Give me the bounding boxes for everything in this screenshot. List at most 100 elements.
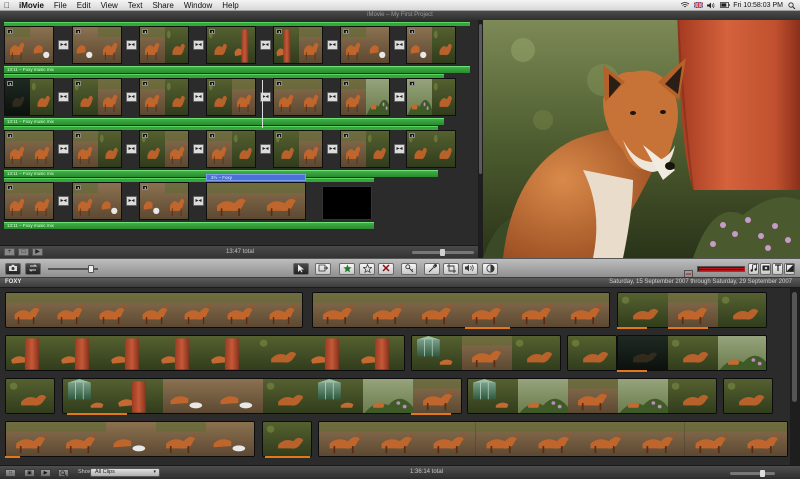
clip-menu-icon[interactable]: ◂ [75, 29, 81, 34]
menu-view[interactable]: View [96, 1, 123, 10]
swap-events-projects-button[interactable] [25, 263, 41, 275]
menu-clock[interactable]: Fri 10:58:03 PM [733, 2, 783, 9]
project-clip[interactable]: ◂ [139, 78, 189, 116]
apple-menu-icon[interactable]:  [0, 1, 14, 10]
transition-icon[interactable]: ▸◂ [126, 40, 137, 50]
project-zoom-slider[interactable] [412, 249, 474, 256]
project-clip[interactable]: ◂ [206, 130, 256, 168]
clip-menu-icon[interactable]: ◂ [142, 185, 148, 190]
transition-icon[interactable]: ▸◂ [327, 92, 338, 102]
battery-icon[interactable] [720, 1, 730, 9]
transition-icon[interactable]: ▸◂ [327, 40, 338, 50]
project-clip[interactable]: ◂ [72, 26, 122, 64]
menu-app-imovie[interactable]: iMovie [14, 1, 49, 10]
clip-menu-icon[interactable]: ◂ [343, 29, 349, 34]
project-clip[interactable]: ◂ [139, 182, 189, 220]
transition-icon[interactable]: ▸◂ [126, 144, 137, 154]
project-clip[interactable]: ◂ [4, 26, 54, 64]
black-clip[interactable] [322, 186, 372, 220]
flag-uk-icon[interactable] [693, 1, 704, 9]
event-clip-strip[interactable] [262, 421, 312, 457]
transition-icon[interactable]: ▸◂ [126, 196, 137, 206]
project-library-button[interactable]: □ [18, 248, 29, 256]
transition-icon[interactable]: ▸◂ [126, 92, 137, 102]
audio-adjust-button[interactable] [462, 263, 478, 275]
transition-icon[interactable]: ▸◂ [58, 144, 69, 154]
thumbnail-size-knob[interactable] [88, 265, 94, 273]
event-clip-strip[interactable] [5, 421, 255, 457]
event-clip-strip[interactable] [617, 335, 767, 371]
project-clip[interactable]: ◂ [139, 130, 189, 168]
project-clip[interactable]: ◂ [340, 26, 390, 64]
menu-edit[interactable]: Edit [72, 1, 96, 10]
project-scroll-thumb[interactable] [479, 24, 482, 174]
project-clip[interactable]: ◂ [72, 182, 122, 220]
transition-icon[interactable]: ▸◂ [394, 92, 405, 102]
keyword-button[interactable] [401, 263, 417, 275]
thumbnail-size-slider[interactable] [48, 265, 98, 273]
project-clip[interactable]: ◂ [340, 78, 390, 116]
clip-menu-icon[interactable]: ◂ [75, 185, 81, 190]
event-clip-strip[interactable] [318, 421, 788, 457]
transition-browser-button[interactable] [784, 263, 795, 275]
event-clip-strip[interactable] [723, 378, 773, 414]
project-clip[interactable]: ◂ [273, 130, 323, 168]
title-browser-button[interactable] [772, 263, 783, 275]
project-clip[interactable]: ◂ [273, 78, 323, 116]
crop-button[interactable] [443, 263, 459, 275]
event-clip-strip[interactable] [312, 292, 610, 328]
background-music-track[interactable]: 13:11 – Foxy music mix [4, 118, 444, 125]
event-clip-strip[interactable] [5, 335, 405, 371]
menu-file[interactable]: File [49, 1, 72, 10]
event-clip-strip[interactable] [5, 292, 303, 328]
clip-menu-icon[interactable]: ◂ [7, 133, 13, 138]
project-clip[interactable]: ◂ [72, 78, 122, 116]
show-clips-dropdown[interactable]: All Clips ▾ [90, 468, 160, 477]
clip-menu-icon[interactable]: ◂ [209, 81, 215, 86]
clip-menu-icon[interactable]: ◂ [7, 185, 13, 190]
transition-icon[interactable]: ▸◂ [260, 144, 271, 154]
camera-import-button[interactable] [5, 263, 21, 275]
project-clip[interactable]: ◂ [4, 130, 54, 168]
clip-menu-icon[interactable]: ◂ [7, 81, 13, 86]
transition-icon[interactable]: ▸◂ [193, 144, 204, 154]
transition-icon[interactable]: ▸◂ [394, 40, 405, 50]
title-overlay-bar[interactable]: 3½ – Foxy [206, 174, 306, 181]
clip-menu-icon[interactable]: ◂ [343, 133, 349, 138]
event-library-toggle[interactable]: □ [5, 469, 16, 477]
project-clip[interactable]: ◂ [4, 78, 54, 116]
menu-text[interactable]: Text [123, 1, 148, 10]
clip-menu-icon[interactable]: ◂ [142, 133, 148, 138]
background-music-track[interactable]: 13:11 – Foxy music mix [4, 66, 470, 73]
preview-viewer[interactable] [483, 20, 800, 258]
video-adjust-button[interactable] [482, 263, 498, 275]
new-project-button[interactable]: + [4, 248, 15, 256]
event-zoom-slider[interactable] [730, 470, 775, 477]
clip-menu-icon[interactable]: ◂ [343, 81, 349, 86]
project-clip[interactable]: ◂ [406, 130, 456, 168]
project-clip[interactable]: ◂ [406, 78, 456, 116]
transition-icon[interactable]: ▸◂ [327, 144, 338, 154]
event-clip-strip[interactable] [411, 335, 561, 371]
audio-skimming-icon[interactable] [684, 265, 693, 278]
menu-share[interactable]: Share [147, 1, 178, 10]
project-clip[interactable]: ◂ [206, 26, 256, 64]
project-clip[interactable]: ◂ [273, 26, 323, 64]
clip-menu-icon[interactable]: ◂ [276, 81, 282, 86]
menu-window[interactable]: Window [179, 1, 217, 10]
title-clip[interactable] [206, 182, 306, 220]
event-zoom-knob[interactable] [760, 470, 765, 477]
add-selection-button[interactable] [315, 263, 331, 275]
clip-menu-icon[interactable]: ◂ [142, 29, 148, 34]
project-clip[interactable]: ◂ [72, 130, 122, 168]
project-clip[interactable]: ◂ [4, 182, 54, 220]
event-clip-strip[interactable] [567, 335, 617, 371]
inspector-button[interactable] [424, 263, 440, 275]
project-clip[interactable]: ◂ [206, 78, 256, 116]
clip-menu-icon[interactable]: ◂ [75, 133, 81, 138]
clip-menu-icon[interactable]: ◂ [7, 29, 13, 34]
background-music-track[interactable]: 13:11 – Foxy music mix [4, 222, 374, 229]
clip-menu-icon[interactable]: ◂ [276, 29, 282, 34]
reject-button[interactable] [378, 263, 394, 275]
project-clip[interactable]: ◂ [139, 26, 189, 64]
